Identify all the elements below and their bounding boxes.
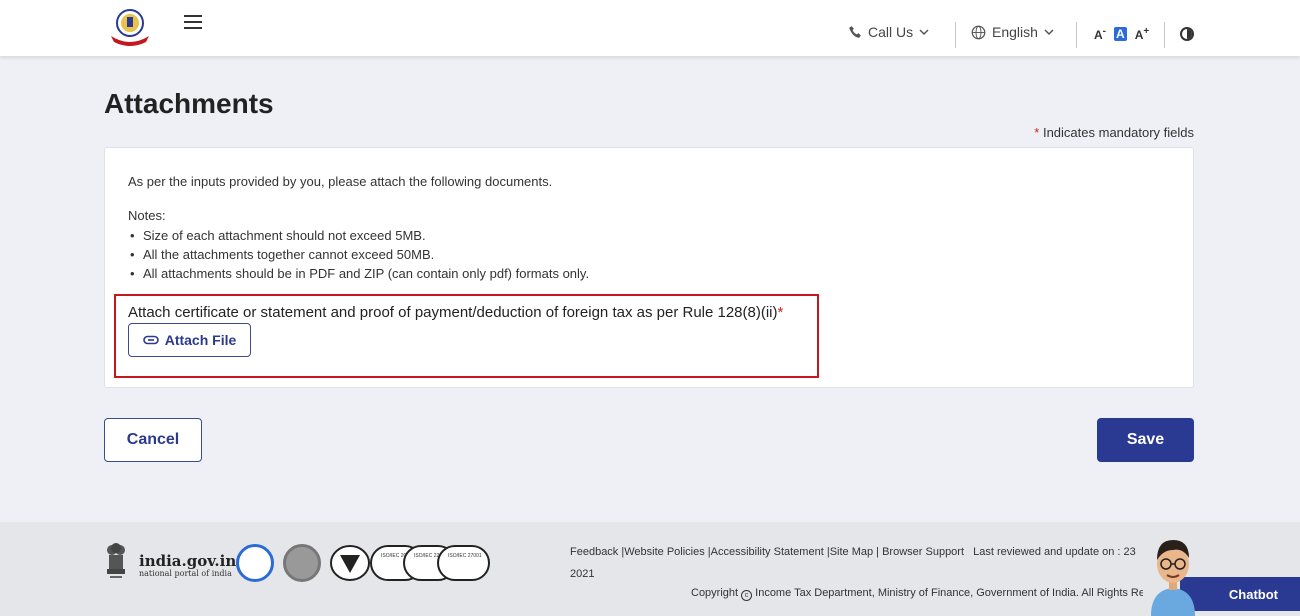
chatbot-label: Chatbot (1228, 586, 1278, 602)
india-gov-logo[interactable]: india.gov.in (139, 552, 236, 570)
contrast-toggle-icon[interactable] (1180, 27, 1194, 41)
notes-heading: Notes: (128, 208, 166, 223)
header-divider (1164, 22, 1165, 48)
bsi-logo-icon (330, 545, 370, 581)
footer-links: Feedback |Website Policies |Accessibilit… (570, 546, 1136, 558)
last-reviewed-text: Last reviewed and update on : 23 (973, 546, 1136, 558)
income-tax-logo[interactable] (108, 8, 152, 46)
list-item: All attachments should be in PDF and ZIP… (128, 264, 589, 283)
page-title: Attachments (104, 88, 274, 119)
language-label: English (992, 24, 1038, 40)
accessibility-badge-icon (236, 544, 274, 582)
last-reviewed-year: 2021 (570, 568, 595, 580)
list-item: All the attachments together cannot exce… (128, 245, 589, 264)
india-gov-subtitle: national portal of india (139, 569, 232, 578)
header-divider (955, 22, 956, 48)
cancel-button[interactable]: Cancel (104, 418, 202, 462)
feedback-link[interactable]: Feedback (570, 546, 618, 558)
attach-file-button[interactable]: Attach File (128, 323, 251, 357)
iso-cert-badge: ISO/IEC 27001 (437, 545, 490, 581)
notes-list: Size of each attachment should not excee… (128, 226, 589, 283)
phone-icon (849, 26, 861, 38)
page-footer: india.gov.in national portal of india IS… (0, 522, 1300, 616)
national-emblem-icon (107, 543, 125, 578)
browser-support-link[interactable]: Browser Support (882, 546, 964, 558)
header-divider (1076, 22, 1077, 48)
menu-icon[interactable] (184, 15, 202, 29)
call-us-dropdown[interactable]: Call Us (848, 24, 929, 40)
globe-icon (971, 25, 986, 39)
list-item: Size of each attachment should not excee… (128, 226, 589, 245)
font-size-controls: A- A A+ (1094, 26, 1149, 42)
copyright-text: Copyright c Income Tax Department, Minist… (691, 587, 1143, 601)
website-policies-link[interactable]: Website Policies (624, 546, 705, 558)
save-button[interactable]: Save (1097, 418, 1194, 462)
call-us-label: Call Us (868, 24, 914, 40)
entrust-seal-icon (283, 544, 321, 582)
accessibility-statement-link[interactable]: Accessibility Statement (711, 546, 824, 558)
chevron-down-icon (919, 29, 929, 36)
chevron-down-icon (1044, 29, 1054, 36)
top-header: Call Us English A- A A+ (0, 0, 1300, 56)
site-map-link[interactable]: Site Map (830, 546, 873, 558)
attachments-card: As per the inputs provided by you, pleas… (104, 147, 1194, 388)
attach-file-label: Attach File (164, 332, 237, 348)
attachment-field-label: Attach certificate or statement and proo… (128, 304, 784, 321)
paperclip-icon (142, 335, 159, 345)
font-normal-button[interactable]: A (1114, 27, 1127, 41)
font-increase-button[interactable]: A+ (1135, 26, 1150, 42)
mandatory-fields-note: * Indicates mandatory fields (1034, 125, 1194, 140)
intro-text: As per the inputs provided by you, pleas… (128, 174, 553, 189)
copyright-icon: c (741, 590, 753, 601)
chatbot-avatar-icon[interactable] (1143, 532, 1203, 616)
language-dropdown[interactable]: English (971, 24, 1054, 40)
font-decrease-button[interactable]: A- (1094, 26, 1106, 42)
